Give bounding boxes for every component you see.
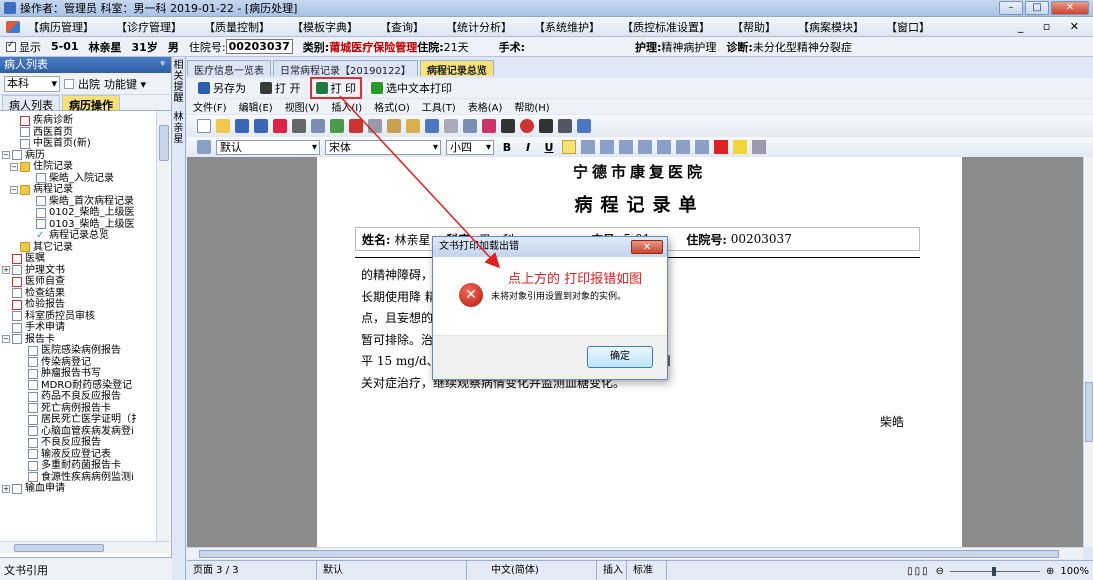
annotation-arrow — [339, 95, 501, 269]
annotation-text: 点上方的 打印报错如图 — [508, 272, 643, 287]
